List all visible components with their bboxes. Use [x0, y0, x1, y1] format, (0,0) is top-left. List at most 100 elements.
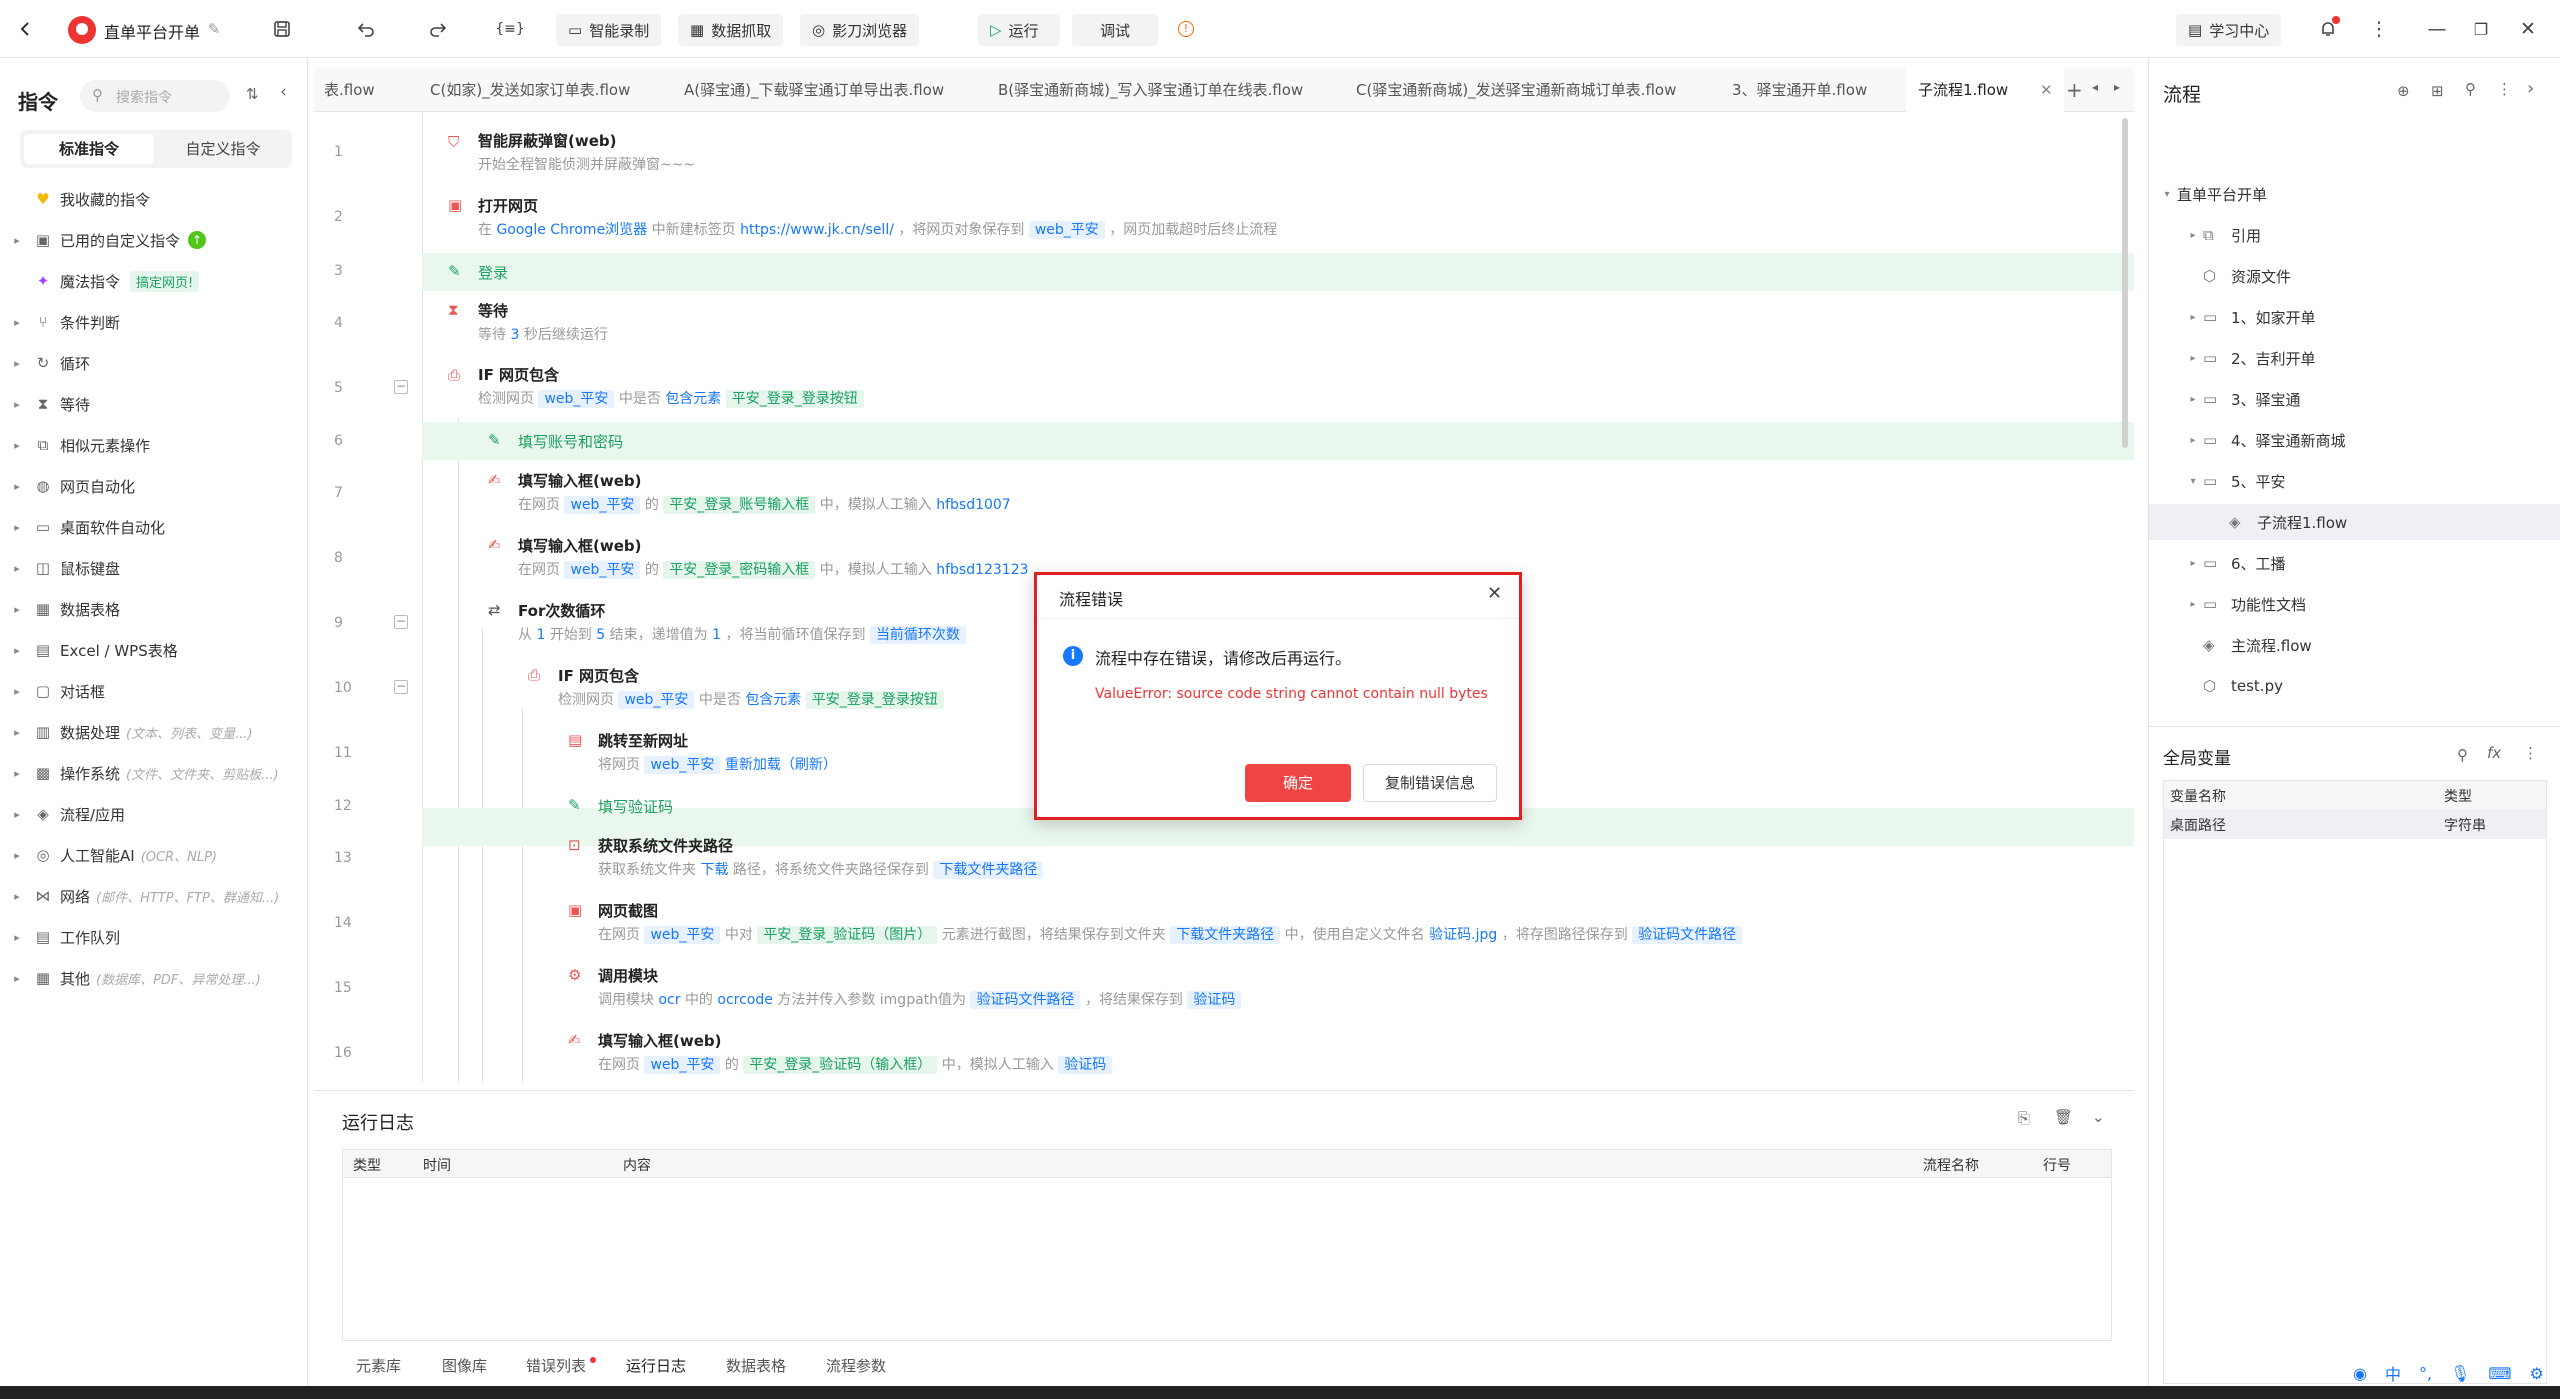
command-category-17[interactable]: ▸ ◎ 人工智能AI (OCR、NLP)	[0, 836, 308, 874]
search-vars-icon[interactable]: ⚲	[2457, 746, 2468, 764]
more-vertical-icon[interactable]: ⋮	[2365, 15, 2393, 43]
expand-arrow-icon[interactable]: ▸	[0, 316, 34, 329]
bottom-tab-data-table[interactable]: 数据表格	[726, 1355, 786, 1376]
command-category-10[interactable]: ▸ ◫ 鼠标键盘	[0, 549, 308, 587]
command-category-3[interactable]: ✦ 魔法指令 搞定网页!	[0, 262, 308, 300]
expand-arrow-icon[interactable]: ▸	[0, 931, 34, 944]
tree-node[interactable]: ⬡ 资源文件	[2183, 258, 2291, 294]
run-button[interactable]: ▷ 运行	[978, 14, 1060, 46]
tab-flow-6[interactable]: 3、驿宝通开单.flow	[1732, 68, 1867, 112]
command-category-4[interactable]: ▸ ⑂ 条件判断	[0, 303, 308, 341]
command-category-19[interactable]: ▸ ▤ 工作队列	[0, 918, 308, 956]
tree-arrow-icon[interactable]: ▸	[2183, 558, 2203, 569]
warning-icon[interactable]: !	[1178, 21, 1194, 37]
add-folder-icon[interactable]: ⊞	[2431, 82, 2444, 100]
collapse-log-icon[interactable]: ⌄	[2092, 1108, 2105, 1126]
clear-log-icon[interactable]: 🗑	[2054, 1108, 2073, 1126]
tree-node[interactable]: ▸ ▭ 6、工播	[2183, 545, 2285, 581]
dialog-close-icon[interactable]: ✕	[1487, 583, 1502, 604]
expand-arrow-icon[interactable]: ▸	[0, 603, 34, 616]
command-category-15[interactable]: ▸ ▩ 操作系统 (文件、文件夹、剪贴板...)	[0, 754, 308, 792]
study-center-button[interactable]: ▤ 学习中心	[2176, 14, 2282, 46]
command-category-8[interactable]: ▸ ◍ 网页自动化	[0, 467, 308, 505]
tab-flow-5[interactable]: C(驿宝通新商城)_发送驿宝通新商城订单表.flow	[1356, 68, 1676, 112]
keyboard-icon[interactable]: ⌨	[2488, 1364, 2511, 1383]
expand-arrow-icon[interactable]: ▸	[0, 398, 34, 411]
sort-icon[interactable]: ⇅	[246, 85, 259, 103]
command-category-9[interactable]: ▸ ▭ 桌面软件自动化	[0, 508, 308, 546]
expand-arrow-icon[interactable]: ▸	[0, 767, 34, 780]
ime-punct-icon[interactable]: °,	[2419, 1364, 2432, 1383]
tree-node[interactable]: ▾ ▭ 5、平安	[2183, 463, 2285, 499]
tab-flow-4[interactable]: B(驿宝通新商城)_写入驿宝通订单在线表.flow	[998, 68, 1303, 112]
tree-arrow-icon[interactable]: ▾	[2157, 189, 2177, 200]
tab-standard-commands[interactable]: 标准指令	[24, 134, 154, 164]
tree-node[interactable]: ▸ ▭ 功能性文档	[2183, 586, 2306, 622]
variables-icon[interactable]: {≡}	[495, 15, 525, 43]
confirm-button[interactable]: 确定	[1245, 764, 1351, 802]
copy-error-button[interactable]: 复制错误信息	[1363, 764, 1497, 802]
collapse-toggle[interactable]: −	[394, 615, 408, 629]
command-search-input[interactable]: ⚲ 搜索指令	[80, 80, 230, 112]
expand-arrow-icon[interactable]: ▸	[0, 685, 34, 698]
collapse-toggle[interactable]: −	[394, 380, 408, 394]
ime-toolbar[interactable]: ◉ 中 °, 🎙 ⌨ ⚙	[2353, 1358, 2560, 1388]
redo-icon[interactable]	[424, 15, 452, 43]
var-row[interactable]: 桌面路径 字符串	[2164, 809, 2546, 839]
bottom-tab-run-log[interactable]: 运行日志	[626, 1355, 686, 1376]
expand-arrow-icon[interactable]: ▸	[0, 480, 34, 493]
ime-settings-icon[interactable]: ⚙	[2529, 1364, 2543, 1383]
collapse-right-panel-icon[interactable]: ›	[2527, 78, 2534, 99]
expand-arrow-icon[interactable]: ▸	[0, 890, 34, 903]
tree-node[interactable]: ▸ ▭ 3、驿宝通	[2183, 381, 2300, 417]
command-category-16[interactable]: ▸ ◈ 流程/应用	[0, 795, 308, 833]
ime-lang[interactable]: 中	[2385, 1361, 2401, 1385]
tree-node[interactable]: ▸ ▭ 2、吉利开单	[2183, 340, 2315, 376]
tree-node[interactable]: ▸ ⧉ 引用	[2183, 217, 2261, 253]
shadowbot-browser-button[interactable]: ◎ 影刀浏览器	[800, 14, 920, 46]
bottom-tab-errors[interactable]: 错误列表	[526, 1355, 586, 1376]
tree-node[interactable]: ◈ 主流程.flow	[2183, 627, 2312, 663]
minimize-icon[interactable]: —	[2423, 15, 2451, 43]
command-category-2[interactable]: ▸ ▣ 已用的自定义指令 ↑	[0, 221, 308, 259]
more-options-icon[interactable]: ⋮	[2497, 80, 2512, 98]
tree-arrow-icon[interactable]: ▸	[2183, 353, 2203, 364]
tree-node[interactable]: ▸ ▭ 1、如家开单	[2183, 299, 2315, 335]
command-category-11[interactable]: ▸ ▦ 数据表格	[0, 590, 308, 628]
tree-node[interactable]: ▾ 直单平台开单	[2157, 176, 2267, 212]
expand-arrow-icon[interactable]: ▸	[0, 972, 34, 985]
expand-arrow-icon[interactable]: ▸	[0, 644, 34, 657]
tree-node[interactable]: ◈ 子流程1.flow	[2149, 504, 2560, 540]
expand-arrow-icon[interactable]: ▸	[0, 849, 34, 862]
back-icon[interactable]	[12, 15, 40, 43]
data-capture-button[interactable]: ▦ 数据抓取	[678, 14, 784, 46]
vars-more-icon[interactable]: ⋮	[2523, 744, 2538, 762]
tree-arrow-icon[interactable]: ▸	[2183, 599, 2203, 610]
expand-arrow-icon[interactable]: ▸	[0, 234, 34, 247]
collapse-panel-icon[interactable]: ‹	[280, 82, 287, 102]
notification-bell-icon[interactable]	[2314, 15, 2342, 43]
editor-scrollbar[interactable]	[2122, 118, 2128, 448]
command-category-14[interactable]: ▸ ▥ 数据处理 (文本、列表、变量...)	[0, 713, 308, 751]
expand-arrow-icon[interactable]: ▸	[0, 562, 34, 575]
smart-record-button[interactable]: ▭ 智能录制	[556, 14, 662, 46]
tree-arrow-icon[interactable]: ▸	[2183, 394, 2203, 405]
microphone-icon[interactable]: 🎙	[2450, 1364, 2470, 1383]
bottom-tab-images[interactable]: 图像库	[442, 1355, 487, 1376]
ime-logo-icon[interactable]: ◉	[2353, 1364, 2367, 1383]
tab-scroll-right-icon[interactable]: ▸	[2114, 80, 2120, 94]
command-category-6[interactable]: ▸ ⧗ 等待	[0, 385, 308, 423]
collapse-toggle[interactable]: −	[394, 680, 408, 694]
tab-flow-3[interactable]: A(驿宝通)_下载驿宝通订单导出表.flow	[684, 68, 944, 112]
tab-scroll-left-icon[interactable]: ◂	[2092, 80, 2098, 94]
expand-arrow-icon[interactable]: ▸	[0, 521, 34, 534]
tree-node[interactable]: ▸ ▭ 4、驿宝通新商城	[2183, 422, 2345, 458]
function-icon[interactable]: fx	[2487, 744, 2501, 762]
tree-arrow-icon[interactable]: ▸	[2183, 435, 2203, 446]
export-log-icon[interactable]: ⎘	[2018, 1109, 2030, 1127]
command-category-1[interactable]: ♥ 我收藏的指令	[0, 180, 308, 218]
debug-button[interactable]: 调试	[1072, 14, 1158, 46]
tree-node[interactable]: ⬡ test.py	[2183, 668, 2283, 704]
expand-arrow-icon[interactable]: ▸	[0, 439, 34, 452]
expand-arrow-icon[interactable]: ▸	[0, 808, 34, 821]
